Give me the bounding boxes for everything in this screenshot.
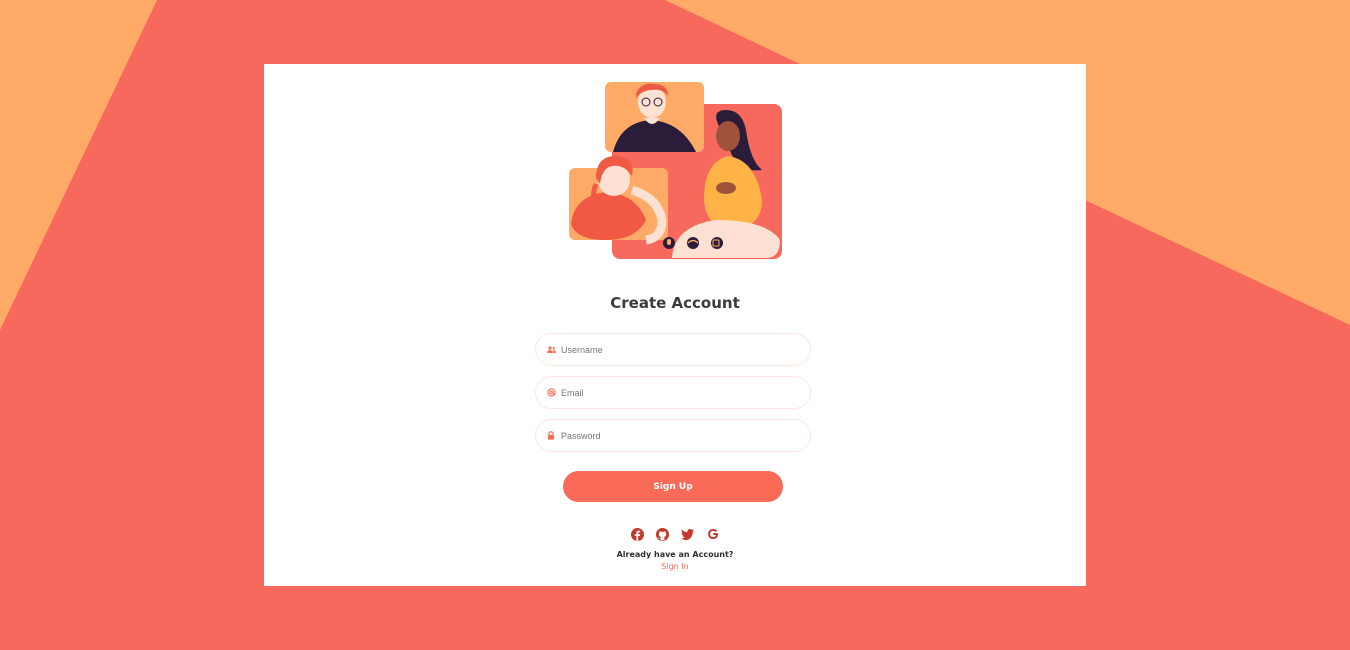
github-icon[interactable] [655,527,669,541]
already-account-text: Already have an Account? [616,550,734,559]
users-icon [546,345,556,355]
username-input[interactable] [561,344,791,355]
signup-card: Create Account Username Email Sign Up Al… [264,64,1086,586]
password-field[interactable] [535,419,811,452]
email-field[interactable] [535,376,811,409]
sign-in-link-row: Sign In [264,562,1086,571]
social-login-row [630,527,720,541]
at-icon [546,388,556,398]
sign-in-link[interactable]: Sign In [661,562,688,571]
google-icon[interactable] [706,527,720,541]
sign-up-button[interactable]: Sign Up [563,471,783,502]
facebook-icon[interactable] [630,527,644,541]
lock-icon [546,431,556,441]
page: Create Account Username Email Sign Up Al… [0,0,1350,650]
twitter-icon[interactable] [681,527,695,541]
video-call-illustration [569,82,782,259]
email-input[interactable] [561,387,791,398]
page-title: Create Account [610,294,740,312]
password-input[interactable] [561,430,791,441]
username-field[interactable] [535,333,811,366]
